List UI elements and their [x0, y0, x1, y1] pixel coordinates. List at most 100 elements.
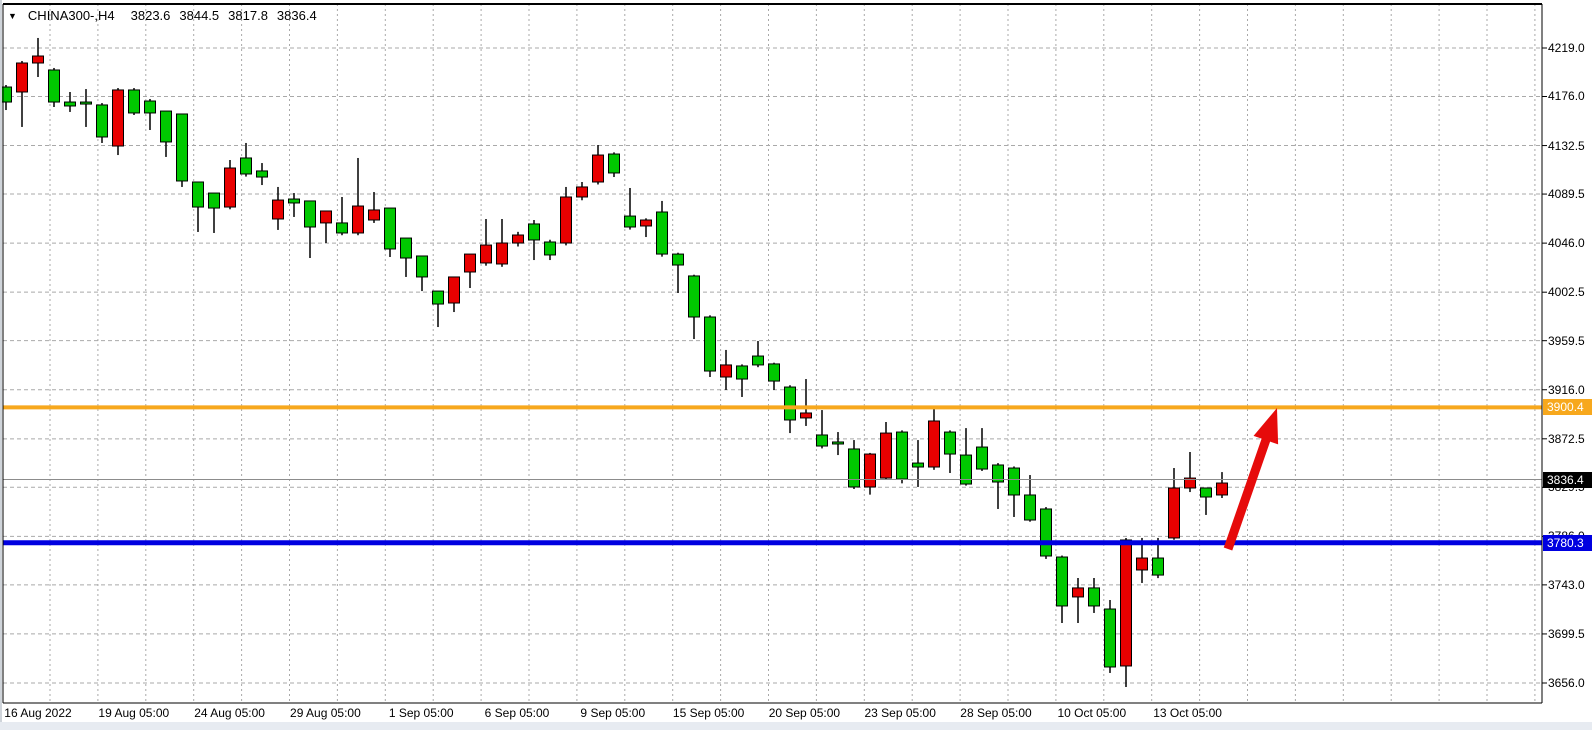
price-axis-label: 4219.0: [1548, 41, 1585, 55]
symbol-timeframe-label: CHINA300-,H4: [28, 8, 115, 23]
candle-body-up: [689, 276, 700, 317]
candle-body-up: [401, 238, 412, 258]
candle-body-up: [161, 111, 172, 142]
candle-body-down: [1073, 588, 1084, 597]
candle-body-up: [97, 105, 108, 137]
candle-body-up: [129, 90, 140, 113]
candle-body-down: [113, 90, 124, 146]
candle-body-up: [657, 212, 668, 254]
chart-canvas[interactable]: [0, 0, 1592, 730]
candle-body-up: [1025, 495, 1036, 520]
price-axis-label: 3656.0: [1548, 676, 1585, 690]
price-axis-label: 3743.0: [1548, 578, 1585, 592]
candle-body-up: [145, 101, 156, 113]
price-axis-label: 3959.5: [1548, 334, 1585, 348]
candle-body-down: [513, 235, 524, 243]
candle-body-up: [289, 199, 300, 203]
time-axis-label: 10 Oct 05:00: [1057, 706, 1126, 720]
resistance-price-badge: 3900.4: [1543, 399, 1592, 415]
ohlc-low: 3817.8: [228, 8, 268, 23]
window-left-edge: [0, 0, 2, 722]
candle-body-up: [897, 432, 908, 479]
candle-body-up: [625, 216, 636, 227]
candle-body-up: [1057, 557, 1068, 606]
candle-body-up: [385, 208, 396, 249]
candle-body-down: [593, 155, 604, 182]
candle-body-down: [641, 220, 652, 226]
bid-price-badge: 3836.4: [1543, 472, 1592, 488]
candle-body-down: [721, 365, 732, 377]
time-axis-label: 9 Sep 05:00: [580, 706, 645, 720]
price-axis-label: 4002.5: [1548, 285, 1585, 299]
candle-body-up: [529, 224, 540, 240]
ohlc-high: 3844.5: [179, 8, 219, 23]
candle-body-up: [833, 442, 844, 444]
support-price-badge: 3780.3: [1543, 535, 1592, 551]
time-axis-label: 29 Aug 05:00: [290, 706, 361, 720]
candle-body-up: [433, 291, 444, 304]
price-axis-label: 4132.5: [1548, 139, 1585, 153]
ohlc-close: 3836.4: [277, 8, 317, 23]
time-axis-label: 20 Sep 05:00: [769, 706, 840, 720]
candle-body-up: [1201, 488, 1212, 497]
candle-body-down: [561, 197, 572, 243]
candle-body-down: [273, 200, 284, 219]
candle-body-up: [1, 87, 12, 102]
candle-body-down: [865, 454, 876, 487]
candle-body-up: [209, 193, 220, 208]
candle-body-down: [449, 277, 460, 303]
price-axis-label: 3916.0: [1548, 383, 1585, 397]
candle-body-up: [337, 223, 348, 233]
candle-body-up: [193, 182, 204, 207]
candle-body-down: [481, 245, 492, 263]
candle-body-up: [417, 256, 428, 277]
candle-body-up: [177, 114, 188, 181]
candle-body-up: [545, 242, 556, 255]
price-axis-label: 4046.0: [1548, 236, 1585, 250]
candle-body-up: [1089, 588, 1100, 606]
candle-body-up: [609, 154, 620, 173]
price-axis-label: 3872.5: [1548, 432, 1585, 446]
candle-body-down: [321, 211, 332, 223]
price-axis-label: 3699.5: [1548, 627, 1585, 641]
candle-body-up: [1153, 558, 1164, 575]
time-axis-label: 23 Sep 05:00: [864, 706, 935, 720]
time-axis-label: 13 Oct 05:00: [1153, 706, 1222, 720]
symbol-dropdown-icon[interactable]: ▼: [8, 11, 17, 21]
ohlc-open: 3823.6: [131, 8, 171, 23]
time-axis-label: 15 Sep 05:00: [673, 706, 744, 720]
candle-body-down: [801, 413, 812, 418]
candle-body-up: [737, 366, 748, 379]
chart-window: ▼ CHINA300-,H4 3823.6 3844.5 3817.8 3836…: [0, 0, 1592, 730]
candle-body-up: [673, 254, 684, 265]
time-axis-label: 19 Aug 05:00: [98, 706, 169, 720]
candle-body-down: [929, 421, 940, 467]
candle-body-down: [1137, 558, 1148, 570]
price-axis-label: 4176.0: [1548, 89, 1585, 103]
chart-header: ▼ CHINA300-,H4 3823.6 3844.5 3817.8 3836…: [8, 8, 317, 23]
time-axis-label: 28 Sep 05:00: [960, 706, 1031, 720]
candle-body-down: [33, 56, 44, 63]
candle-body-up: [1105, 609, 1116, 667]
candle-body-up: [753, 356, 764, 365]
candle-body-down: [225, 168, 236, 207]
candle-body-down: [17, 63, 28, 92]
plot-background: [3, 4, 1542, 703]
candle-body-up: [913, 463, 924, 467]
candle-body-up: [785, 387, 796, 420]
candle-body-down: [577, 187, 588, 197]
candle-body-up: [49, 70, 60, 102]
candle-body-up: [849, 449, 860, 487]
candle-body-up: [257, 171, 268, 177]
candle-body-up: [817, 435, 828, 446]
window-bottom-strip: [0, 722, 1592, 730]
candle-body-up: [1041, 509, 1052, 556]
candle-body-up: [65, 102, 76, 106]
candle-body-down: [1217, 483, 1228, 495]
candle-body-down: [881, 433, 892, 478]
candle-body-up: [945, 432, 956, 454]
candle-body-up: [241, 158, 252, 174]
candle-body-down: [1169, 488, 1180, 538]
candle-body-down: [1121, 540, 1132, 666]
candle-body-down: [369, 210, 380, 220]
